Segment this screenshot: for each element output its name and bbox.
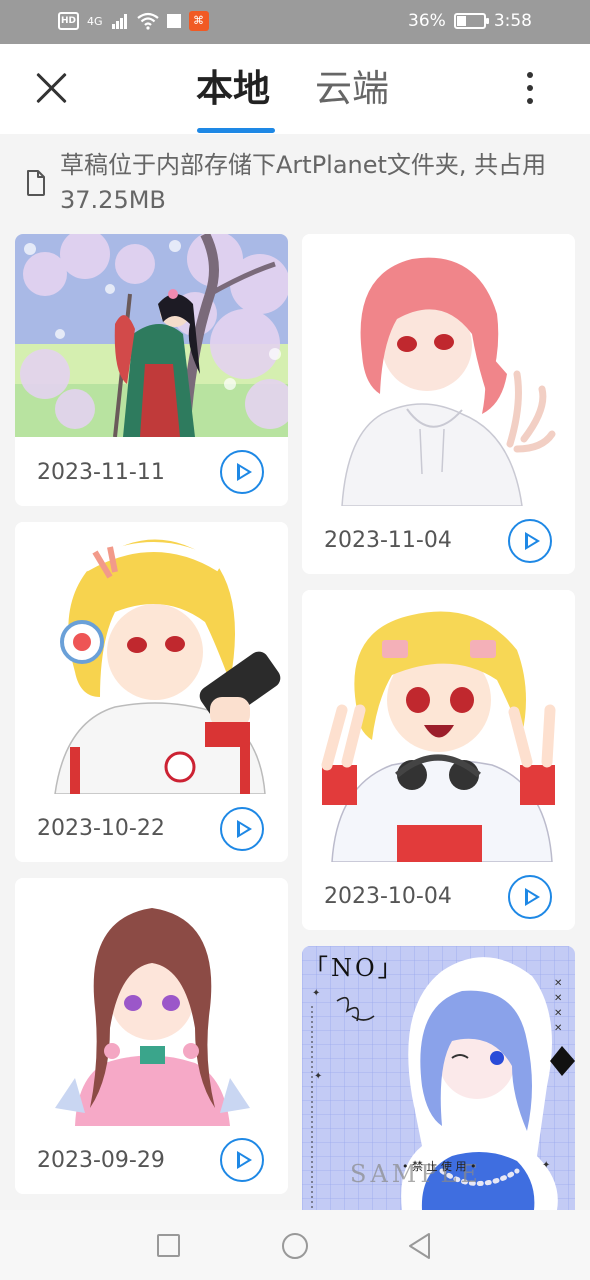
sticker-title-text: 「NO」 [304,954,405,982]
draft-date: 2023-09-29 [37,1148,165,1173]
draft-card[interactable]: 2023-09-29 [15,878,288,1194]
play-icon[interactable] [220,807,264,851]
draft-card[interactable]: 2023-11-04 [302,234,575,574]
play-icon[interactable] [220,450,264,494]
tab-local[interactable]: 本地 [196,66,270,112]
ban-text: • 禁 止 使 用 • [402,1160,476,1173]
storage-info: 草稿位于内部存储下ArtPlanet文件夹, 共占用37.25MB [22,148,567,218]
tab-cloud[interactable]: 云端 [315,66,389,112]
draft-thumbnail [302,234,575,506]
draft-thumbnail [15,878,288,1126]
tab-indicator [197,128,275,133]
play-icon[interactable] [508,519,552,563]
play-icon[interactable] [220,1138,264,1182]
battery-percent: 36% [408,11,446,31]
draft-card[interactable]: 2023-10-04 [302,590,575,930]
draft-thumbnail [15,522,288,794]
svg-text:✦: ✦ [314,1071,322,1082]
clock: 3:58 [493,11,532,31]
draft-card[interactable]: 2023-11-11 [15,234,288,506]
draft-card[interactable]: ✕ ✕ ✕ ✕ ✦ ✦ ✦ 「NO」 SAMPLE • 禁 止 使 用 • [302,946,575,1210]
recent-apps-icon[interactable] [157,1234,180,1257]
more-options-icon[interactable] [520,70,540,106]
draft-thumbnail [15,234,288,437]
svg-text:✕: ✕ [554,1008,562,1019]
status-left: HD 4G ⌘ [58,11,209,31]
svg-text:✕: ✕ [554,993,562,1004]
draft-thumbnail: ✕✕✕✕ ✦✦✦ 「NO」 SAMPLE • 禁 止 使 用 • [302,946,575,1210]
notification-square-icon [166,14,181,28]
status-right: 36% 3:58 [408,11,532,31]
draft-thumbnail [302,590,575,862]
network-type-label: 4G [87,14,103,28]
battery-icon [453,13,489,29]
status-bar: HD 4G ⌘ 36% 3:58 [0,0,590,44]
system-nav-bar [0,1210,590,1280]
hd-badge: HD [58,12,80,30]
svg-text:✦: ✦ [312,988,320,999]
app-notification-icon: ⌘ [188,11,209,31]
draft-date: 2023-11-11 [37,460,165,485]
draft-card[interactable]: 2023-10-22 [15,522,288,862]
storage-info-text: 草稿位于内部存储下ArtPlanet文件夹, 共占用37.25MB [60,151,547,214]
draft-date: 2023-10-22 [37,816,165,841]
draft-date: 2023-11-04 [324,528,452,553]
close-icon[interactable] [30,66,74,110]
draft-date: 2023-10-04 [324,884,452,909]
wifi-icon [136,12,159,30]
svg-text:✕: ✕ [554,978,562,989]
svg-text:✦: ✦ [542,1160,550,1171]
app-header: 本地 云端 [0,44,590,134]
home-icon[interactable] [282,1233,308,1259]
file-icon [27,170,45,196]
play-icon[interactable] [508,875,552,919]
back-icon[interactable] [407,1232,433,1260]
svg-text:✕: ✕ [554,1023,562,1034]
signal-icon [111,14,127,29]
